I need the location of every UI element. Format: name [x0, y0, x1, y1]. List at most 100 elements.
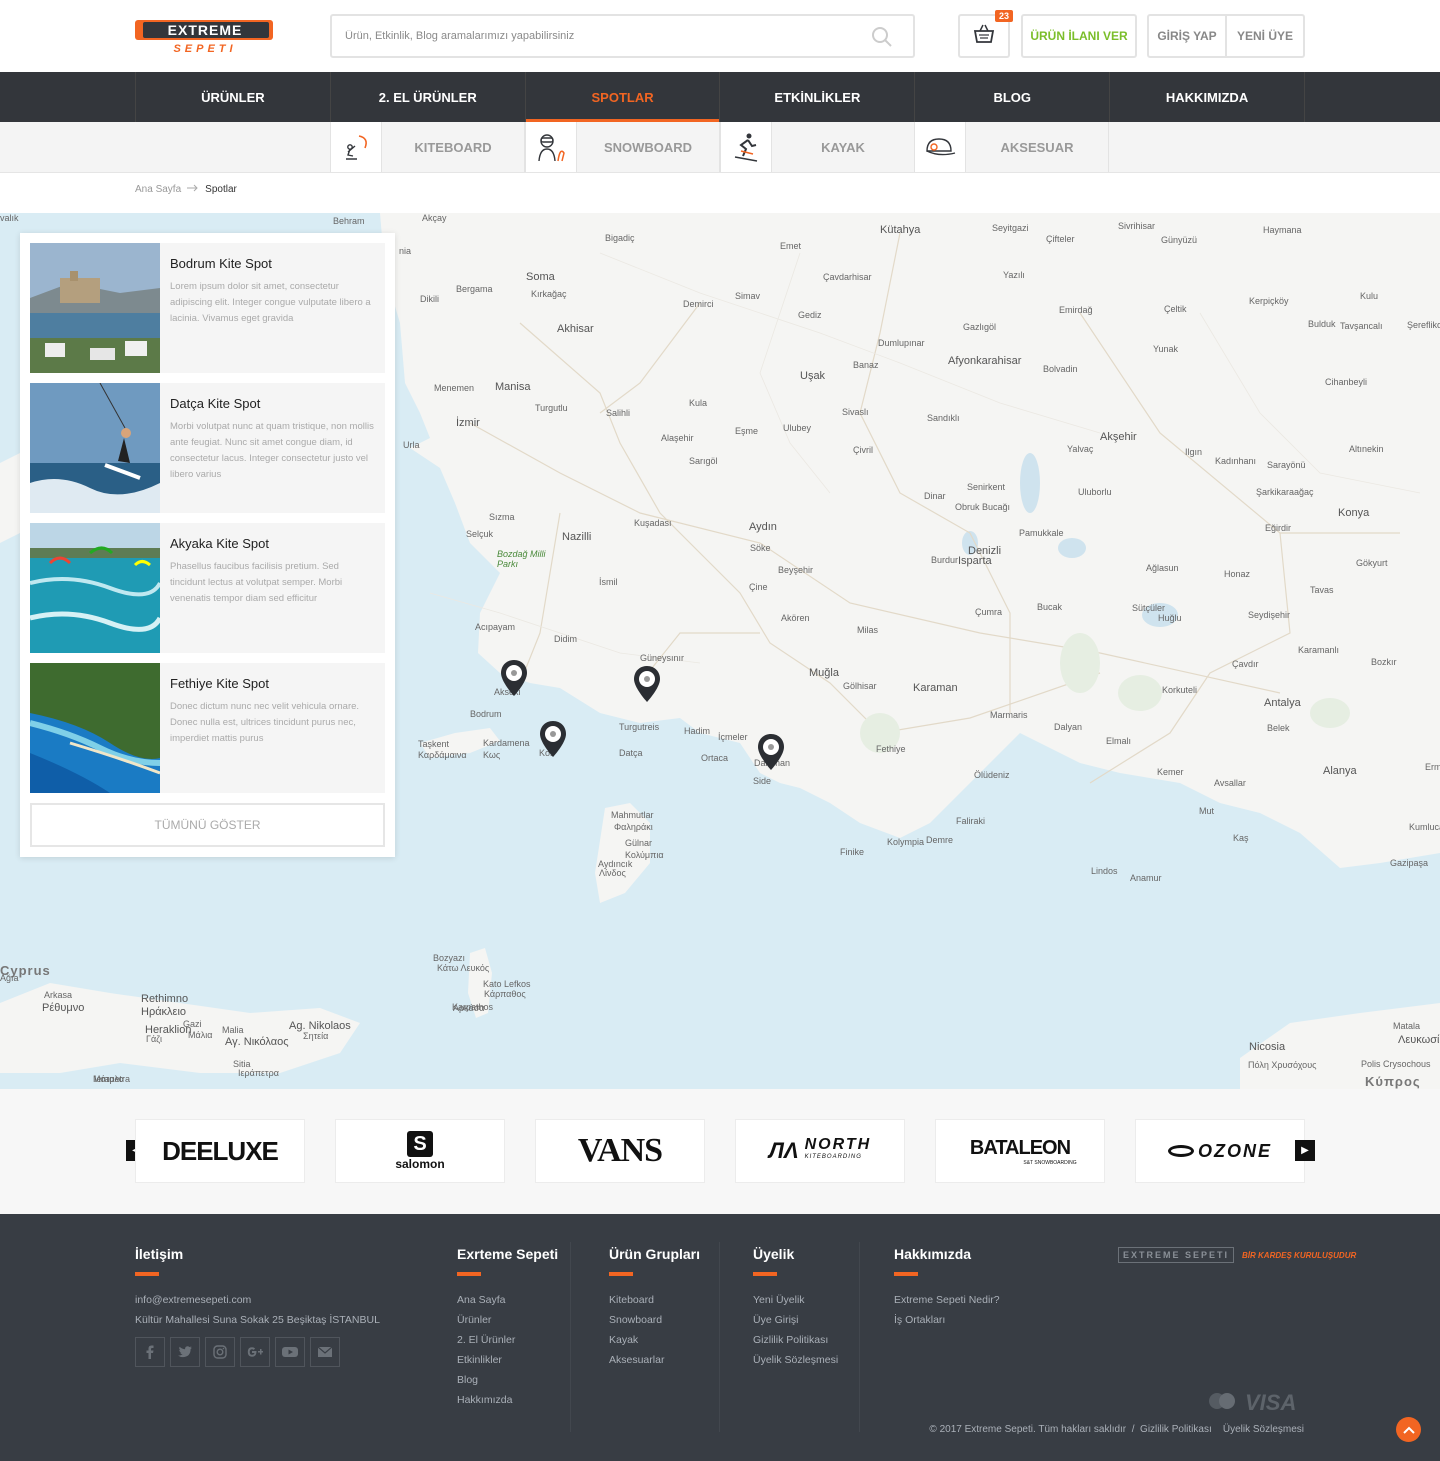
map-place-label: Gazlıgöl [963, 322, 997, 332]
map-place-label: Kulu [1360, 291, 1379, 301]
spot-photo-bodrum [30, 243, 160, 373]
spot-card[interactable]: Bodrum Kite Spot Lorem ipsum dolor sit a… [30, 243, 385, 373]
map-pin-bodrum[interactable] [500, 659, 528, 702]
footer-link[interactable]: Aksesuarlar [609, 1350, 700, 1370]
footer-col-site: Exrteme Sepeti Ana Sayfa Ürünler 2. El Ü… [457, 1246, 558, 1410]
brand-logo-bataleon[interactable]: BATALEON S&T SNOWBOARDING [935, 1119, 1105, 1183]
footer-email[interactable]: info@extremesepeti.com [135, 1290, 380, 1310]
signup-button[interactable]: YENİ ÜYE [1227, 16, 1303, 56]
map-place-label: Çifteler [1046, 234, 1075, 244]
show-all-button[interactable]: TÜMÜNÜ GÖSTER [30, 803, 385, 847]
map-place-label: Honaz [1224, 569, 1251, 579]
twitter-icon[interactable] [170, 1337, 200, 1367]
mail-icon[interactable] [310, 1337, 340, 1367]
subnav-item-snowboard[interactable]: SNOWBOARD [525, 122, 720, 172]
nav-item-spots[interactable]: SPOTLAR [525, 72, 721, 122]
map-place-label: Σητεία [303, 1031, 329, 1041]
map-place-label: Simav [735, 291, 761, 301]
subnav-item-ski[interactable]: KAYAK [720, 122, 915, 172]
map-place-label: Lindos [1091, 866, 1118, 876]
login-button[interactable]: GİRİŞ YAP [1149, 16, 1227, 56]
facebook-icon[interactable] [135, 1337, 165, 1367]
map-place-label: Alaşehir [661, 433, 694, 443]
footer-link[interactable]: Snowboard [609, 1310, 700, 1330]
footer-link[interactable]: Blog [457, 1370, 558, 1390]
map-place-label: Milas [857, 625, 879, 635]
nav-item-products[interactable]: ÜRÜNLER [136, 72, 331, 122]
instagram-icon[interactable] [205, 1337, 235, 1367]
map-place-label: Bolvadin [1043, 364, 1078, 374]
subnav-label-accessory: AKSESUAR [966, 122, 1109, 172]
map-place-label: Muğla [809, 667, 839, 679]
search-input[interactable] [345, 30, 865, 42]
footer-link[interactable]: Ürünler [457, 1310, 558, 1330]
footer-privacy-link[interactable]: Gizlilik Politikası [1140, 1424, 1212, 1435]
map-place-label: Rethimno [141, 993, 189, 1005]
map-place-label: Obruk Bucağı [955, 502, 1011, 512]
spot-card[interactable]: Akyaka Kite Spot Phasellus faucibus faci… [29, 523, 385, 653]
scroll-top-button[interactable] [1396, 1417, 1421, 1442]
map-place-label: Çavdarhisar [823, 272, 872, 282]
map-place-label: Γάζι [146, 1034, 162, 1044]
subnav-item-accessory[interactable]: AKSESUAR [914, 122, 1109, 172]
footer-link[interactable]: İş Ortakları [894, 1310, 1000, 1330]
map-pin-akyaka[interactable] [633, 665, 661, 708]
map-place-label: Seyitgazi [992, 223, 1029, 233]
map-place-label: Φαληράκι [614, 822, 653, 832]
map-place-label: Acıpayam [475, 622, 516, 632]
nav-item-about[interactable]: HAKKIMIZDA [1110, 72, 1305, 122]
footer-link[interactable]: Ana Sayfa [457, 1290, 558, 1310]
footer-link[interactable]: Üye Girişi [753, 1310, 838, 1330]
map-place-label: Söke [750, 543, 771, 553]
arrow-right-icon [187, 184, 199, 195]
brand-logo-salomon[interactable]: S salomon [335, 1119, 505, 1183]
nav-item-events[interactable]: ETKİNLİKLER [720, 72, 916, 122]
map-pin-datca[interactable] [539, 720, 567, 763]
footer-link[interactable]: Kiteboard [609, 1290, 700, 1310]
map-pin-fethiye[interactable] [757, 733, 785, 776]
brand-logo-deeluxe[interactable]: DEELUXE [135, 1119, 305, 1183]
nav-item-blog[interactable]: BLOG [915, 72, 1111, 122]
nav-item-second-hand[interactable]: 2. EL ÜRÜNLER [331, 72, 526, 122]
map-place-label: Cihanbeyli [1325, 377, 1368, 387]
spot-title[interactable]: Fethiye Kite Spot [170, 676, 375, 691]
footer-terms-link[interactable]: Üyelik Sözleşmesi [1223, 1424, 1304, 1435]
map-place-label: Datça [619, 748, 643, 758]
map-place-label: Καρδάμαινα [418, 750, 467, 760]
map-place-label: Beyşehir [778, 565, 814, 575]
subnav-item-kiteboard[interactable]: KITEBOARD [330, 122, 525, 172]
spot-title[interactable]: Akyaka Kite Spot [170, 536, 375, 551]
footer-link[interactable]: Hakkımızda [457, 1390, 558, 1410]
youtube-icon[interactable] [275, 1337, 305, 1367]
map-place-label: Akçay [422, 213, 447, 223]
map-place-label: Aydın [749, 521, 777, 533]
google-plus-icon[interactable] [240, 1337, 270, 1367]
brand-logo-north[interactable]: ЛΛ NORTH KITEBOARDING [735, 1119, 905, 1183]
brand-logo-vans[interactable]: VANS [535, 1119, 705, 1183]
spot-title[interactable]: Bodrum Kite Spot [170, 256, 375, 271]
carousel-next-button[interactable]: ▶ [1295, 1140, 1315, 1161]
site-logo[interactable]: EXTREME SEPETI [135, 17, 273, 55]
footer-link[interactable]: 2. El Ürünler [457, 1330, 558, 1350]
spot-title[interactable]: Datça Kite Spot [170, 396, 375, 411]
map-place-label: Ağıa [0, 973, 19, 983]
footer-link[interactable]: Kayak [609, 1330, 700, 1350]
brand-logo-ozone[interactable]: OZONE [1135, 1119, 1305, 1183]
footer-link[interactable]: Gizlilik Politikası [753, 1330, 838, 1350]
post-ad-button[interactable]: ÜRÜN İLANI VER [1021, 14, 1137, 58]
search-box[interactable] [330, 14, 915, 58]
footer-link[interactable]: Etkinlikler [457, 1350, 558, 1370]
spot-card[interactable]: Datça Kite Spot Morbi volutpat nunc at q… [30, 382, 385, 513]
map-place-label: Salihli [606, 408, 631, 418]
subnav-label-kiteboard: KITEBOARD [382, 122, 525, 172]
map-place-label: Sızma [489, 512, 515, 522]
map-place-label: Μάλια [188, 1030, 213, 1040]
footer-link[interactable]: Yeni Üyelik [753, 1290, 838, 1310]
footer-link[interactable]: Extreme Sepeti Nedir? [894, 1290, 1000, 1310]
breadcrumb-home[interactable]: Ana Sayfa [135, 184, 181, 195]
search-icon[interactable] [871, 26, 893, 53]
footer-link[interactable]: Üyelik Sözleşmesi [753, 1350, 838, 1370]
spot-card[interactable]: Fethiye Kite Spot Donec dictum nunc nec … [29, 663, 385, 793]
brand-salomon-text: salomon [395, 1157, 445, 1171]
kiteboard-icon [331, 122, 382, 172]
